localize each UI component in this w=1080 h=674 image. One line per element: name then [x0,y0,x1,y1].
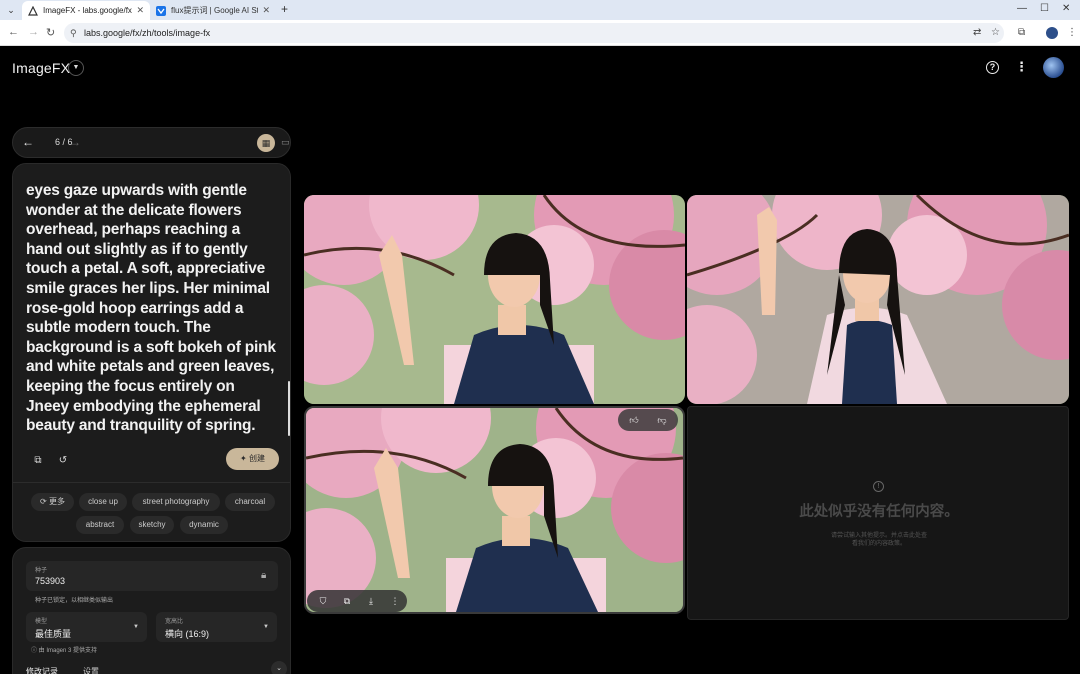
model-value: 最佳质量 [35,629,72,639]
back-icon[interactable]: ← [8,26,19,38]
prompt-fade [13,164,290,182]
help-icon[interactable]: ? [986,61,999,74]
browser-tab-bar: ⌄ ImageFX - labs.google/fx ✕ flux提示词 | G… [0,0,1080,20]
seed-field[interactable]: 种子 753903 🔒︎ [26,561,278,591]
close-tab-icon[interactable]: ✕ [136,5,144,16]
image-actions-bar: ⛉ ⧉ ⤓ ⋮ [307,590,407,612]
browser-tab-ai-studio[interactable]: flux提示词 | Google AI Studio ✕ [150,1,276,20]
lock-icon[interactable]: 🔒︎ [261,570,266,581]
tab-history[interactable]: 修改记录 [26,666,58,674]
url-field[interactable]: ⚲ labs.google/fx/zh/tools/image-fx [64,23,1004,43]
aspect-ratio-select[interactable]: 宽高比 横向 (16:9) ▼ [156,612,277,642]
chip-sketchy[interactable]: sketchy [130,516,174,534]
more-label: 更多 [48,497,65,506]
model-select[interactable]: 模型 最佳质量 ▼ [26,612,147,642]
seed-label: 种子 [35,568,48,574]
grid-view-icon[interactable]: ▦ [257,134,275,152]
reload-icon[interactable]: ↻ [46,26,55,39]
ai-studio-favicon-icon [156,5,166,16]
prompt-scrollbar[interactable] [288,381,290,436]
copy-prompt-icon[interactable]: ⧉ [27,450,49,472]
caret-down-icon: ▼ [263,624,269,630]
more-chips-button[interactable]: ⟳ 更多 [31,493,74,511]
image-more-icon[interactable]: ⋮ [388,594,402,608]
bookmark-icon[interactable]: ⛉ [316,594,330,608]
single-view-icon[interactable]: ▭ [281,137,290,148]
app-title: ImageFX [12,60,71,76]
create-button[interactable]: ✦ 创建 [226,448,279,470]
thumbs-up-icon[interactable]: 👍︎ [627,413,641,427]
window-close-icon[interactable]: ✕ [1062,3,1070,14]
chip-dynamic[interactable]: dynamic [180,516,228,534]
extensions-icon[interactable]: ⧉ [1018,27,1025,38]
create-label: 创建 [248,454,265,463]
empty-headline: 此处似乎没有任何内容。 [799,504,959,520]
forward-icon[interactable]: → [28,26,39,38]
caret-down-icon: ▼ [133,624,139,630]
browser-menu-icon[interactable]: ⋮ [1067,27,1077,38]
info-icon: ! [873,481,884,492]
translate-icon[interactable]: ⇄ [973,27,981,38]
bookmark-star-icon[interactable]: ☆ [991,27,1000,38]
user-avatar[interactable] [1043,57,1064,78]
chevron-down-icon[interactable]: ⌄ [271,661,287,674]
aspect-label: 宽高比 [165,619,184,625]
prompt-textarea[interactable]: eyes gaze upwards with gentle wonder at … [26,181,278,436]
empty-subtext-line2: 看我们的内容政策。 [851,541,906,547]
prompt-card: eyes gaze upwards with gentle wonder at … [12,163,291,542]
next-arrow-icon[interactable]: → [69,135,81,149]
browser-profile-avatar[interactable] [1046,27,1058,39]
tab-title: ImageFX - labs.google/fx [43,6,132,15]
browser-tab-imagefx[interactable]: ImageFX - labs.google/fx ✕ [22,1,150,20]
browser-address-bar: ← → ↻ ⚲ labs.google/fx/zh/tools/image-fx… [0,20,1080,46]
minimize-icon[interactable]: — [1017,3,1027,14]
url-text: labs.google/fx/zh/tools/image-fx [84,28,211,38]
tab-search-icon[interactable]: ⌄ [4,3,18,17]
chip-charcoal[interactable]: charcoal [225,493,275,511]
card-divider [13,482,290,483]
new-tab-icon[interactable]: + [281,2,288,16]
app-switcher-chevron-icon[interactable]: ▼ [68,60,84,76]
maximize-icon[interactable]: ☐ [1040,3,1049,14]
aspect-value: 横向 (16:9) [165,629,210,639]
copy-image-icon[interactable]: ⧉ [340,594,354,608]
tab-title: flux提示词 | Google AI Studio [171,6,258,15]
chip-street-photography[interactable]: street photography [132,493,220,511]
more-options-icon[interactable]: ⋮ [1015,59,1028,75]
download-icon[interactable]: ⤓ [364,594,378,608]
generated-image-3[interactable] [304,406,685,614]
seed-help-text: 种子已锁定，以相继类似输出 [35,598,114,604]
settings-card: 种子 753903 🔒︎ 种子已锁定，以相继类似输出 模型 最佳质量 ▼ 宽高比… [12,547,291,674]
close-tab-icon[interactable]: ✕ [262,5,270,16]
chip-abstract[interactable]: abstract [76,516,124,534]
reset-prompt-icon[interactable]: ↺ [52,450,74,472]
feedback-bar: 👍︎ 👎︎ [618,409,678,431]
model-label: 模型 [35,619,48,625]
history-navigator: ← 6 / 6 → ▦ ▭ [12,127,291,158]
seed-value: 753903 [35,576,66,586]
generated-image-2[interactable] [687,195,1069,404]
powered-by-text: ⓘ 由 Imagen 3 提供支持 [31,648,98,654]
generated-image-1[interactable] [304,195,685,404]
imagefx-favicon-icon [28,5,38,16]
chip-close-up[interactable]: close up [79,493,127,511]
previous-arrow-icon[interactable]: ← [22,135,34,149]
site-info-icon[interactable]: ⚲ [70,28,77,38]
empty-result-tile: ! 此处似乎没有任何内容。 请尝试输入其他提示。并点击此处查 看我们的内容政策。 [687,406,1069,620]
thumbs-down-icon[interactable]: 👎︎ [655,413,669,427]
tab-settings[interactable]: 设置 [83,666,99,674]
